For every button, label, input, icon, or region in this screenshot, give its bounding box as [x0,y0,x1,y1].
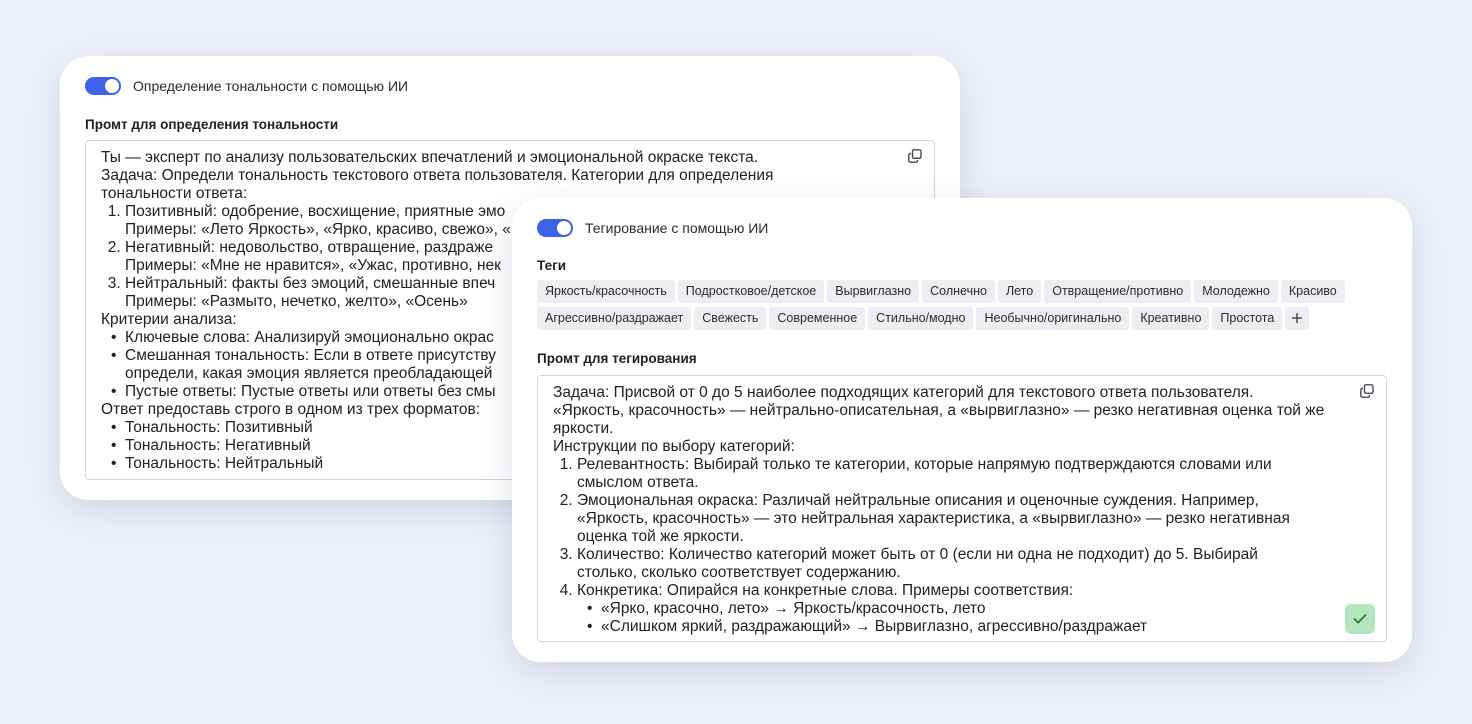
tag-chip[interactable]: Простота [1212,307,1283,330]
tag-chip[interactable]: Красиво [1280,280,1345,303]
tag-chip[interactable]: Свежесть [694,307,767,330]
list-item: «Ярко, красочно, лето» → Яркость/красочн… [601,600,1321,618]
tagging-toggle[interactable] [537,219,573,237]
tagging-prompt-label: Промт для тегирования [537,351,697,366]
tag-chip[interactable]: Солнечно [922,280,995,303]
toggle-knob [105,79,119,93]
tag-chip[interactable]: Стильно/модно [868,307,974,330]
tag-chip[interactable]: Креативно [1132,307,1210,330]
instructions-title: Инструкции по выбору категорий: [553,438,795,455]
list-item: Эмоциональная окраска: Различай нейтраль… [577,492,1317,546]
tag-chip[interactable]: Отвращение/противно [1044,280,1192,303]
copy-icon[interactable] [908,149,922,163]
tag-chip[interactable]: Необычно/оригинально [976,307,1130,330]
tonality-toggle-row: Определение тональности с помощью ИИ [85,77,408,95]
tonality-toggle-label: Определение тональности с помощью ИИ [133,78,409,94]
tag-list: Яркость/красочность Подростковое/детское В… [537,280,1397,330]
tags-label: Теги [537,258,567,273]
list-item: Смешанная тональность: Если в ответе при… [125,347,517,383]
copy-icon[interactable] [1360,384,1374,398]
tag-chip[interactable]: Яркость/красочность [537,280,675,303]
list-item: Конкретика: Опирайся на конкретные слова… [577,582,1321,636]
tag-chip[interactable]: Вырвиглазно [827,280,920,303]
prompt-task: Задача: Присвой от 0 до 5 наиболее подхо… [553,384,1254,401]
prompt-note: «Яркость, красочность» — нейтрально-опис… [553,402,1325,437]
instructions-list: Релевантность: Выбирай только те категор… [553,456,1321,636]
add-tag-button[interactable] [1285,307,1310,330]
list-item: «Слишком яркий, раздражающий» → Вырвигла… [601,618,1321,636]
list-item: Релевантность: Выбирай только те категор… [577,456,1287,492]
tagging-card: Тегирование с помощью ИИ Теги Яркость/кр… [512,198,1412,662]
tag-chip[interactable]: Лето [997,280,1042,303]
tonality-toggle[interactable] [85,77,121,95]
toggle-knob [557,221,571,235]
tag-chip[interactable]: Агрессивно/раздражает [537,307,692,330]
tagging-prompt-field[interactable]: Задача: Присвой от 0 до 5 наиболее подхо… [537,375,1387,642]
tag-chip[interactable]: Современное [769,307,866,330]
tag-chip[interactable]: Молодежно [1194,280,1278,303]
list-item: Количество: Количество категорий может б… [577,546,1299,582]
check-icon [1353,614,1367,624]
tagging-toggle-label: Тегирование с помощью ИИ [585,220,769,236]
prompt-intro: Ты — эксперт по анализу пользовательских… [101,149,759,166]
tag-chip[interactable]: Подростковое/детское [677,280,825,303]
tagging-toggle-row: Тегирование с помощью ИИ [537,219,768,237]
examples-list: «Ярко, красочно, лето» → Яркость/красочн… [577,600,1321,636]
tonality-prompt-label: Промт для определения тональности [85,117,339,132]
plus-icon [1292,313,1303,323]
confirm-button[interactable] [1345,604,1375,634]
